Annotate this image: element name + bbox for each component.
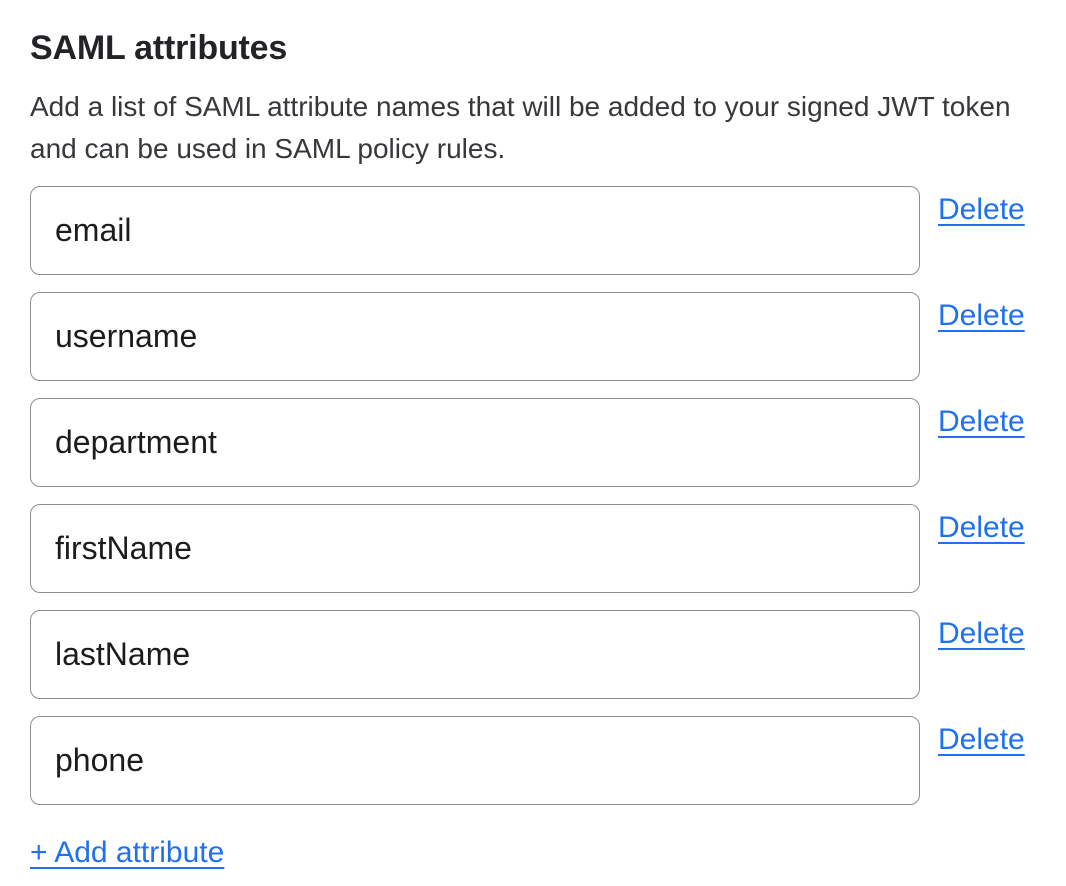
saml-attributes-section: SAML attributes Add a list of SAML attri…	[0, 0, 1066, 871]
delete-attribute-link[interactable]: Delete	[938, 511, 1025, 545]
delete-attribute-link[interactable]: Delete	[938, 299, 1025, 333]
delete-attribute-link[interactable]: Delete	[938, 193, 1025, 227]
section-title: SAML attributes	[30, 26, 1036, 70]
attribute-row: Delete	[30, 504, 1036, 593]
delete-attribute-link[interactable]: Delete	[938, 723, 1025, 757]
add-attribute-link[interactable]: + Add attribute	[30, 835, 224, 871]
attribute-row: Delete	[30, 716, 1036, 805]
section-description-line-1: Add a list of SAML attribute names that …	[30, 86, 1036, 128]
attribute-row: Delete	[30, 398, 1036, 487]
attribute-name-input[interactable]	[30, 610, 920, 699]
delete-attribute-link[interactable]: Delete	[938, 617, 1025, 651]
attribute-name-input[interactable]	[30, 504, 920, 593]
section-description-line-2: and can be used in SAML policy rules.	[30, 128, 1036, 170]
attribute-row: Delete	[30, 610, 1036, 699]
section-description: Add a list of SAML attribute names that …	[30, 86, 1036, 170]
attribute-row: Delete	[30, 186, 1036, 275]
attribute-name-input[interactable]	[30, 186, 920, 275]
attribute-name-input[interactable]	[30, 292, 920, 381]
delete-attribute-link[interactable]: Delete	[938, 405, 1025, 439]
attribute-row: Delete	[30, 292, 1036, 381]
attribute-list: Delete Delete Delete Delete Delete Delet…	[30, 186, 1036, 805]
attribute-name-input[interactable]	[30, 398, 920, 487]
attribute-name-input[interactable]	[30, 716, 920, 805]
